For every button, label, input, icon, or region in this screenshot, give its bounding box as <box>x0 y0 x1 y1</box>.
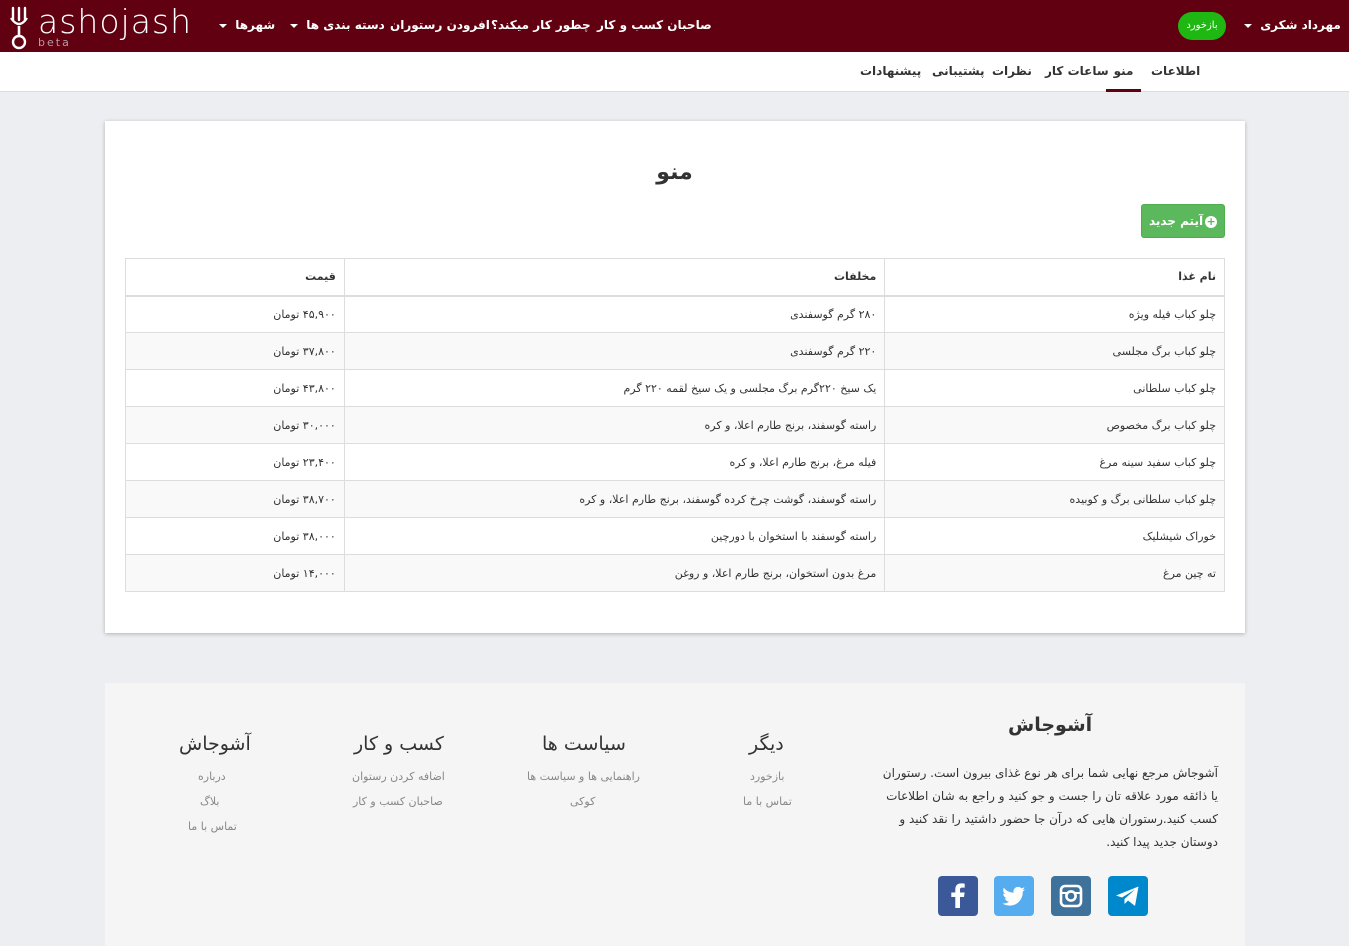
food-name: چلو کباب برگ مجلسی <box>884 332 1225 370</box>
food-ingredients: راسته گوسفند، برنج طارم اعلا، و کره <box>343 406 886 444</box>
table-header-row: نام غذا مخلفات قیمت <box>125 258 1225 297</box>
food-price: ۳۷,۸۰۰ تومان <box>125 332 345 370</box>
food-ingredients: ۲۲۰ گرم گوسفندی <box>343 332 886 370</box>
food-price: ۳۸,۷۰۰ تومان <box>125 480 345 518</box>
twitter-icon[interactable] <box>994 876 1034 916</box>
footer-link-feedback[interactable]: بازخورد <box>750 770 784 783</box>
food-name: چلو کباب سفید سینه مرغ <box>884 443 1225 481</box>
food-ingredients: مرغ بدون استخوان، برنج طارم اعلا، و روغن <box>343 554 886 592</box>
food-name: ته چین مرغ <box>884 554 1225 592</box>
tab-menu[interactable]: منو <box>1106 52 1141 92</box>
table-row[interactable]: چلو کباب سلطانی یک سیخ ۲۲۰گرم برگ مجلسی … <box>125 369 1225 407</box>
food-ingredients: راسته گوسفند با استخوان با دورچین <box>343 517 886 555</box>
food-ingredients: یک سیخ ۲۲۰گرم برگ مجلسی و یک سیخ لقمه ۲۲… <box>343 369 886 407</box>
table-row[interactable]: چلو کباب سفید سینه مرغ فیله مرغ، برنج طا… <box>125 443 1225 481</box>
food-name: چلو کباب برگ مخصوص <box>884 406 1225 444</box>
nav-how-it-works[interactable]: چطور کار میکند؟ <box>491 0 591 52</box>
footer-other-title: دیگر <box>749 733 784 755</box>
footer-brand-title: آشوجاش <box>179 733 251 755</box>
tab-suggestions[interactable]: پیشنهادات <box>860 52 921 92</box>
footer-policy-title: سیاست ها <box>542 733 626 755</box>
footer-link-add-restaurant[interactable]: اضافه کردن رستوان <box>352 770 445 783</box>
tab-reviews[interactable]: نظرات <box>992 52 1032 92</box>
fork-logo-icon <box>10 6 28 50</box>
food-name: چلو کباب فیله ویژه <box>884 295 1225 333</box>
table-row[interactable]: چلو کباب فیله ویژه ۲۸۰ گرم گوسفندی ۴۵,۹۰… <box>125 295 1225 333</box>
footer-business-title: کسب و کار <box>354 733 444 755</box>
food-price: ۱۴,۰۰۰ تومان <box>125 554 345 592</box>
footer-link-contact-us[interactable]: تماس با ما <box>188 820 237 833</box>
tab-info[interactable]: اطلاعات <box>1151 52 1200 92</box>
table-row[interactable]: ته چین مرغ مرغ بدون استخوان، برنج طارم ا… <box>125 554 1225 592</box>
food-name: خوراک شیشلیک <box>884 517 1225 555</box>
feedback-button[interactable]: بازخورد <box>1178 12 1226 40</box>
nav-cities-label: شهرها <box>235 18 276 32</box>
table-row[interactable]: خوراک شیشلیک راسته گوسفند با استخوان با … <box>125 517 1225 555</box>
page-title: منو <box>656 160 693 185</box>
chevron-down-icon <box>1244 23 1252 28</box>
footer-about-title: آشوجاش <box>1008 714 1093 736</box>
food-ingredients: راسته گوسفند، گوشت چرخ کرده گوسفند، برنج… <box>343 480 886 518</box>
restaurant-tabs: اطلاعات منو ساعات کار نظرات پشتیبانی پیش… <box>0 52 1349 92</box>
header-name: نام غذا <box>884 258 1225 297</box>
chevron-down-icon <box>290 23 298 28</box>
food-name: چلو کباب سلطانی برگ و کوبیده <box>884 480 1225 518</box>
user-menu-dropdown[interactable]: مهرداد شکری <box>1244 0 1341 52</box>
header-ingredients: مخلفات <box>343 258 886 297</box>
nav-business-owners[interactable]: صاحبان کسب و کار <box>597 0 712 52</box>
telegram-icon[interactable] <box>1108 876 1148 916</box>
food-price: ۳۸,۰۰۰ تومان <box>125 517 345 555</box>
menu-table: نام غذا مخلفات قیمت چلو کباب فیله ویژه ۲… <box>125 258 1225 592</box>
instagram-icon[interactable] <box>1051 876 1091 916</box>
brand-logo[interactable]: ashojash beta <box>8 2 191 50</box>
food-price: ۴۳,۸۰۰ تومان <box>125 369 345 407</box>
add-item-label: آیتم جدید <box>1148 214 1204 228</box>
table-row[interactable]: چلو کباب برگ مخصوص راسته گوسفند، برنج طا… <box>125 406 1225 444</box>
food-ingredients: فیله مرغ، برنج طارم اعلا، و کره <box>343 443 886 481</box>
table-row[interactable]: چلو کباب سلطانی برگ و کوبیده راسته گوسفن… <box>125 480 1225 518</box>
food-price: ۳۰,۰۰۰ تومان <box>125 406 345 444</box>
nav-add-restaurant[interactable]: افرودن رستوران <box>390 0 490 52</box>
footer-link-about[interactable]: درباره <box>198 770 226 783</box>
chevron-down-icon <box>219 23 227 28</box>
footer-link-cookie[interactable]: کوکی <box>570 795 595 808</box>
food-name: چلو کباب سلطانی <box>884 369 1225 407</box>
add-item-button[interactable]: +آیتم جدید <box>1141 204 1225 238</box>
top-navbar: ashojash beta شهرها دسته بندی ها افرودن … <box>0 0 1349 52</box>
footer-link-business-owners[interactable]: صاحبان کسب و کار <box>353 795 443 808</box>
tab-support[interactable]: پشتیبانی <box>932 52 985 92</box>
plus-circle-icon: + <box>1205 214 1218 228</box>
food-price: ۴۵,۹۰۰ تومان <box>125 295 345 333</box>
nav-categories-dropdown[interactable]: دسته بندی ها <box>290 0 385 52</box>
brand-beta-tag: beta <box>38 36 71 49</box>
food-ingredients: ۲۸۰ گرم گوسفندی <box>343 295 886 333</box>
nav-categories-label: دسته بندی ها <box>306 18 385 32</box>
footer-link-policies[interactable]: راهنمایی ها و سیاست ها <box>527 770 640 783</box>
food-price: ۲۳,۴۰۰ تومان <box>125 443 345 481</box>
user-name: مهرداد شکری <box>1260 18 1341 32</box>
facebook-icon[interactable] <box>938 876 978 916</box>
footer-link-blog[interactable]: بلاگ <box>200 795 219 808</box>
footer-about-text: آشوجاش مرجع نهایی شما برای هر نوع غذای ب… <box>882 766 1218 849</box>
table-row[interactable]: چلو کباب برگ مجلسی ۲۲۰ گرم گوسفندی ۳۷,۸۰… <box>125 332 1225 370</box>
nav-cities-dropdown[interactable]: شهرها <box>219 0 275 52</box>
footer-link-contact[interactable]: تماس با ما <box>743 795 792 808</box>
header-price: قیمت <box>125 258 345 297</box>
tab-hours[interactable]: ساعات کار <box>1045 52 1109 92</box>
